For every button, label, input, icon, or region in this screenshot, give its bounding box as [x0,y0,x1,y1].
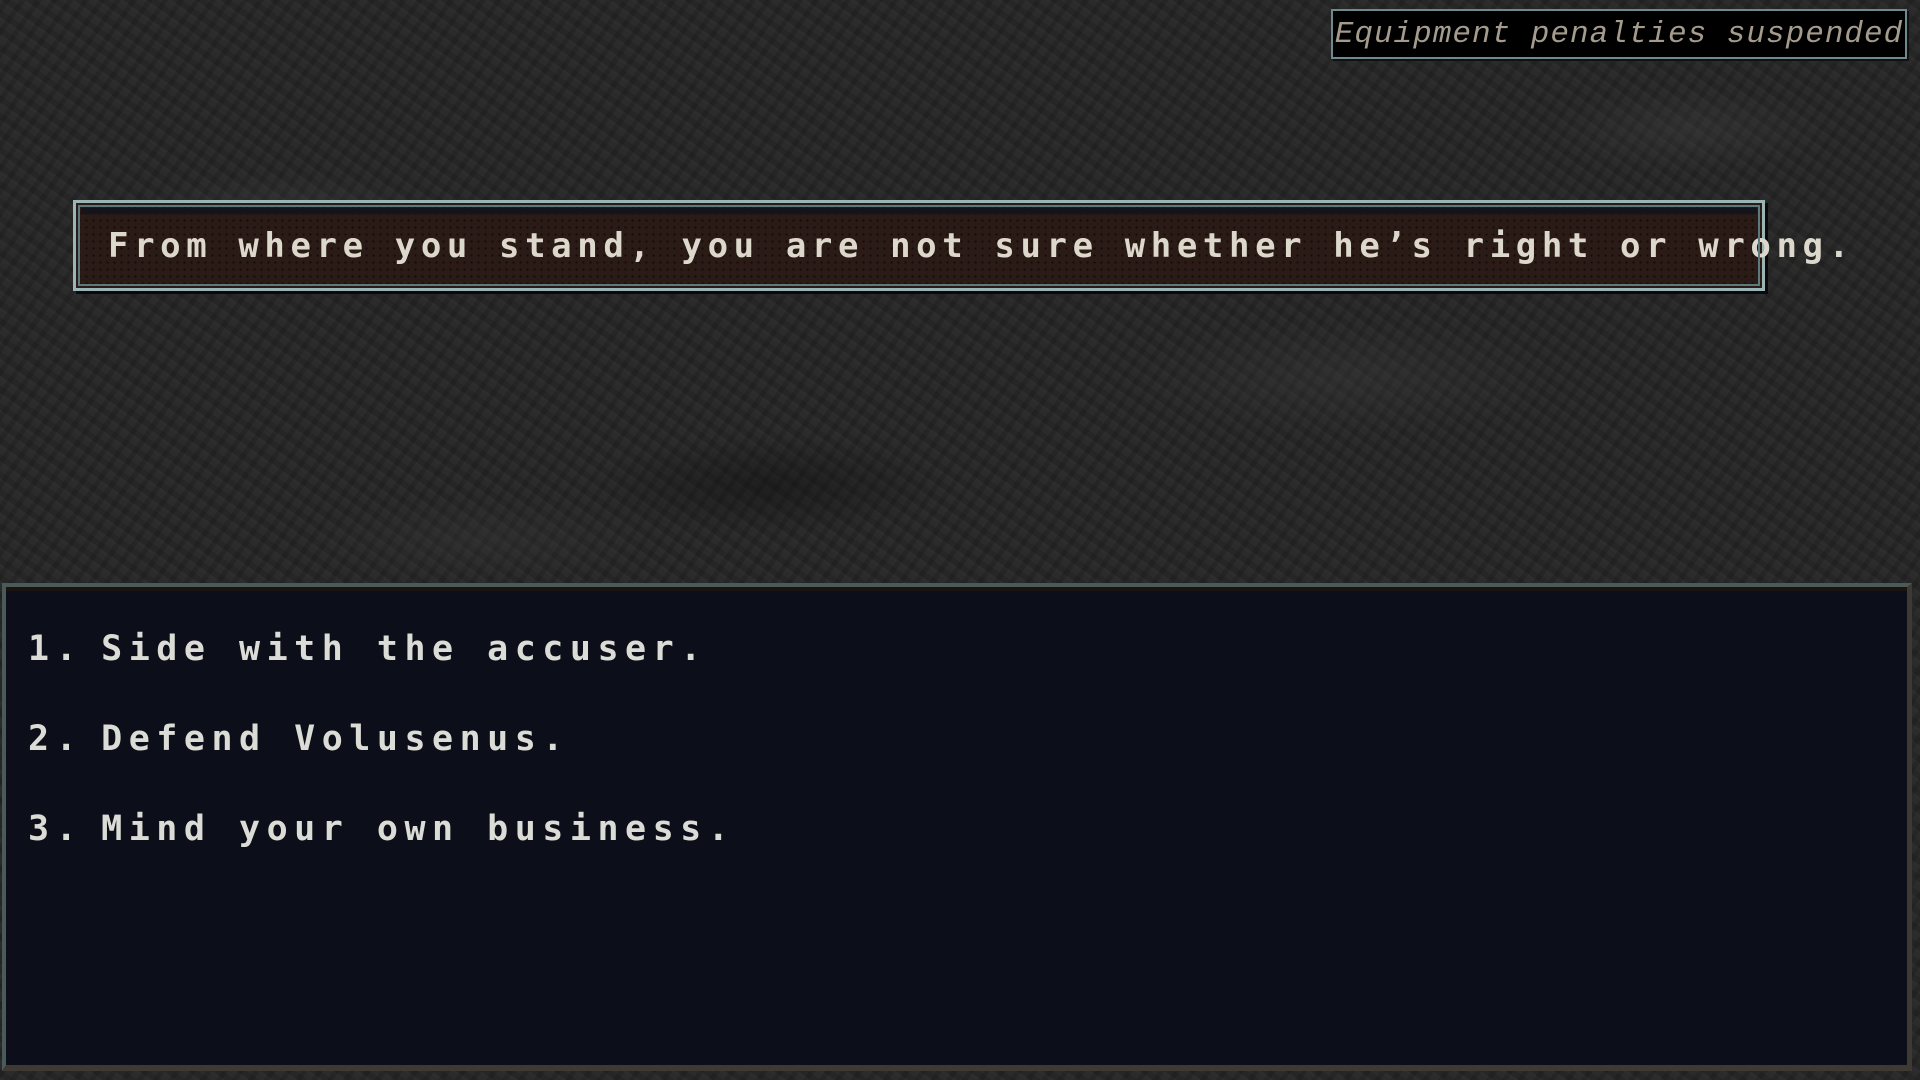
choice-number: 2. [28,719,84,759]
choice-number: 1. [28,629,84,669]
status-badge: Equipment penalties suspended [1331,9,1907,59]
narration-box: From where you stand, you are not sure w… [73,200,1849,291]
choice-option-1[interactable]: 1. Side with the accuser. [28,629,708,669]
choice-label: Mind your own business. [101,809,736,849]
choice-option-3[interactable]: 3. Mind your own business. [28,809,735,849]
choices-panel: 1. Side with the accuser. 2. Defend Voluse… [2,583,1912,1071]
choice-label: Side with the accuser. [101,629,708,669]
choice-label: Defend Volusenus. [101,719,570,759]
narration-text: From where you stand, you are not sure w… [108,225,1855,266]
choice-number: 3. [28,809,84,849]
choice-option-2[interactable]: 2. Defend Volusenus. [28,719,570,759]
status-text: Equipment penalties suspended [1334,16,1904,52]
